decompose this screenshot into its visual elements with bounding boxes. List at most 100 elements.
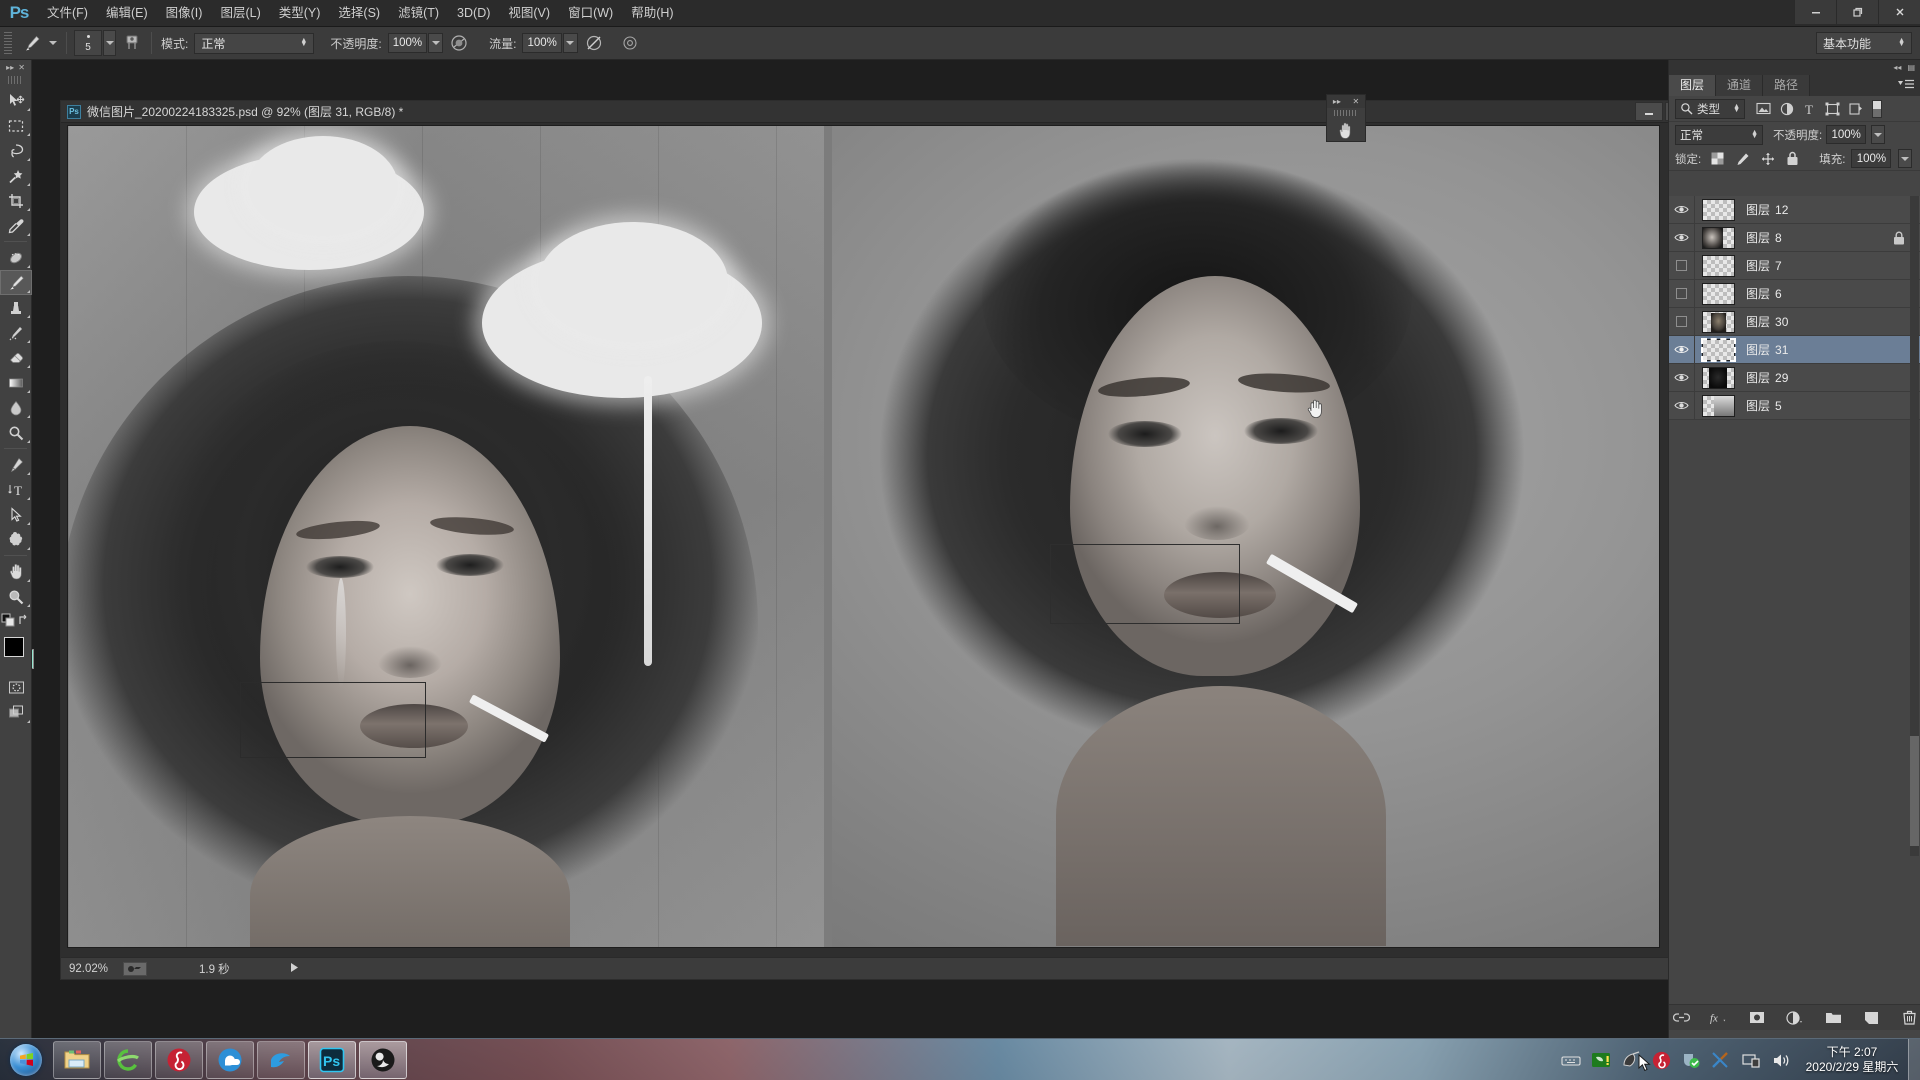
minimize-button[interactable] [1794,0,1836,24]
link-layers-button[interactable] [1672,1009,1690,1027]
table-row[interactable]: 图层 12 [1669,196,1920,224]
layer-visibility-toggle[interactable] [1669,223,1695,252]
magic-wand-tool[interactable] [0,163,32,188]
table-row[interactable]: 图层 8 [1669,223,1920,252]
tab-channels[interactable]: 通道 [1716,75,1764,96]
opacity-field[interactable]: 100% [387,33,428,53]
collapse-dock-icon[interactable]: ◂◂ [1893,63,1901,72]
document-minimize-button[interactable] [1635,102,1663,121]
brush-size-field[interactable]: 5 [74,30,102,56]
show-desktop-button[interactable] [1908,1039,1920,1080]
adjustment-filter-icon[interactable] [1780,102,1794,116]
lock-transparency-icon[interactable] [1711,152,1724,165]
taskbar-qq-browser[interactable] [206,1040,254,1079]
image-filter-icon[interactable] [1756,102,1771,115]
lock-position-icon[interactable] [1761,152,1775,166]
new-group-button[interactable] [1824,1009,1842,1027]
rectangular-marquee-tool[interactable] [0,113,32,138]
collapse-panel-icon[interactable]: ▸▸ [6,63,14,72]
flow-dropdown-button[interactable] [562,33,578,53]
layer-thumbnail[interactable] [1702,366,1735,389]
layer-opacity-dropdown[interactable] [1871,125,1886,144]
menu-image[interactable]: 图像(I) [157,0,212,27]
start-button[interactable] [2,1041,50,1079]
eyedropper-tool[interactable] [0,213,32,238]
layer-visibility-toggle[interactable] [1669,363,1695,392]
status-menu-arrow-icon[interactable] [290,962,299,976]
canvas-area[interactable] [61,123,1697,957]
taskbar-obs-studio[interactable] [359,1040,407,1079]
custom-shape-tool[interactable] [0,527,32,552]
hand-tool[interactable] [0,559,32,584]
layer-fill-field[interactable]: 100% [1851,149,1892,168]
netease-icon[interactable] [1649,1048,1673,1072]
floating-hand-panel-header[interactable]: ▸▸ ✕ [1327,95,1365,108]
layer-list[interactable]: 图层 12 图层 8 图层 7 图层 6 图层 30 图层 31 图层 29 图… [1669,196,1920,856]
airbrush-mode-button[interactable] [618,31,642,55]
artboard[interactable] [68,126,1659,947]
dodge-tool[interactable] [0,420,32,445]
layer-style-button[interactable]: fx [1710,1009,1728,1027]
table-row[interactable]: 图层 30 [1669,307,1920,336]
volume-icon[interactable] [1769,1048,1793,1072]
layers-scroll-thumb[interactable] [1910,736,1919,846]
quick-mask-button[interactable] [0,675,32,700]
dock-header[interactable]: ◂◂ ▤ [1669,60,1920,74]
menu-file[interactable]: 文件(F) [38,0,97,27]
spot-healing-brush-tool[interactable] [0,245,32,270]
menu-window[interactable]: 窗口(W) [559,0,622,27]
menu-layer[interactable]: 图层(L) [211,0,269,27]
menu-type[interactable]: 类型(Y) [270,0,330,27]
layer-visibility-toggle[interactable] [1669,279,1695,308]
table-row[interactable]: 图层 5 [1669,391,1920,420]
layer-thumbnail[interactable] [1702,198,1735,221]
swap-colors-icon[interactable] [17,613,31,627]
layer-visibility-toggle[interactable] [1669,391,1695,420]
close-panel-icon[interactable]: ✕ [18,63,25,72]
opacity-pressure-button[interactable] [447,31,471,55]
close-button[interactable] [1878,0,1920,24]
table-row[interactable]: 图层 6 [1669,279,1920,308]
color-swatches[interactable] [0,635,34,675]
layer-opacity-field[interactable]: 100% [1826,125,1867,144]
network-icon[interactable] [1739,1048,1763,1072]
blur-tool[interactable] [0,395,32,420]
crop-tool[interactable] [0,188,32,213]
table-row[interactable]: 图层 31 [1669,335,1920,364]
panel-menu-button[interactable] [1897,79,1915,90]
layer-fill-dropdown[interactable] [1898,149,1913,168]
network-tool-icon[interactable] [1709,1048,1733,1072]
options-bar-grip[interactable] [4,32,12,54]
brush-size-spinner[interactable] [103,30,116,56]
layer-thumbnail[interactable] [1702,310,1735,333]
zoom-level[interactable]: 92.02% [61,963,123,975]
layer-filter-kind-select[interactable]: 类型 ▲ ▼ [1675,98,1745,119]
menu-edit[interactable]: 编辑(E) [97,0,157,27]
tab-layers[interactable]: 图层 [1669,75,1717,96]
taskbar-netease-music[interactable] [155,1040,203,1079]
menu-help[interactable]: 帮助(H) [622,0,682,27]
document-tab[interactable]: Ps 微信图片_20200224183325.psd @ 92% (图层 31,… [61,101,1697,123]
pen-tool[interactable] [0,452,32,477]
keyboard-icon[interactable] [1559,1048,1583,1072]
brush-tool[interactable] [0,270,32,295]
shape-filter-icon[interactable] [1825,102,1840,116]
opacity-dropdown-button[interactable] [428,33,444,53]
tab-paths[interactable]: 路径 [1763,75,1811,96]
delete-layer-button[interactable] [1900,1009,1918,1027]
airbrush-toggle-button[interactable] [120,31,144,55]
collapse-panel-icon[interactable]: ▸▸ [1333,97,1341,106]
tools-panel-header[interactable]: ▸▸ ✕ [0,60,31,74]
menu-select[interactable]: 选择(S) [329,0,389,27]
blend-mode-select[interactable]: 正常 ▲ ▼ [194,32,315,54]
type-tool[interactable]: T [0,477,32,502]
hand-tool[interactable] [1327,118,1365,142]
add-mask-button[interactable] [1748,1009,1766,1027]
history-brush-tool[interactable] [0,320,32,345]
taskbar-clock[interactable]: 下午 2:07 2020/2/29 星期六 [1796,1045,1908,1075]
taskbar-internet-explorer[interactable] [104,1040,152,1079]
gradient-tool[interactable] [0,370,32,395]
layer-visibility-toggle[interactable] [1669,196,1695,224]
nvidia-icon[interactable] [1589,1048,1613,1072]
taskbar-photoshop[interactable]: Ps [308,1040,356,1079]
